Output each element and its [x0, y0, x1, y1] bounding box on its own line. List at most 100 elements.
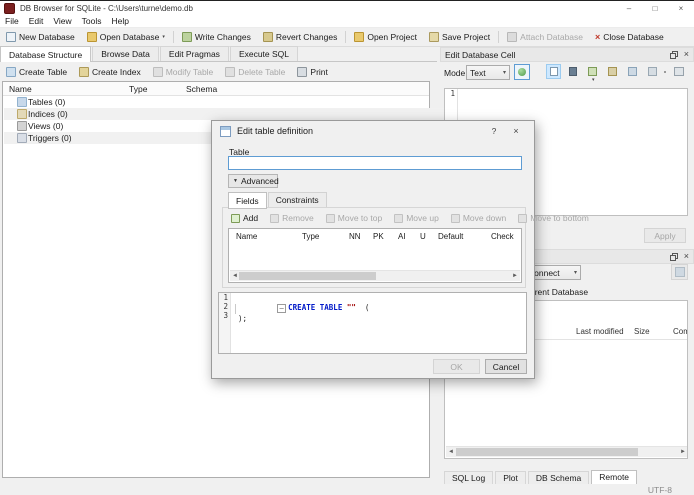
float-panel-icon[interactable]	[669, 50, 678, 59]
tab-sql-log[interactable]: SQL Log	[444, 470, 494, 485]
menu-edit[interactable]: Edit	[24, 15, 49, 27]
tree-item-indices[interactable]: Indices (0)	[4, 108, 452, 120]
menu-tools[interactable]: Tools	[77, 15, 107, 27]
tab-execute-sql[interactable]: Execute SQL	[229, 46, 299, 61]
fold-marker-icon[interactable]: –	[277, 303, 287, 313]
write-changes-button[interactable]: Write Changes	[176, 30, 257, 44]
close-database-icon: ×	[595, 32, 601, 42]
new-database-button[interactable]: New Database	[0, 30, 81, 44]
ok-button: OK	[433, 359, 480, 374]
scroll-right-icon[interactable]: ►	[680, 448, 686, 457]
move-down-icon	[450, 213, 460, 223]
binary-mode-icon[interactable]	[569, 67, 577, 76]
grid-col-type[interactable]: Type	[302, 232, 319, 241]
apply-cell-button[interactable]	[514, 64, 530, 80]
apply-button: Apply	[644, 228, 686, 243]
open-project-button[interactable]: Open Project	[348, 30, 423, 44]
close-database-button[interactable]: × Close Database	[589, 30, 670, 44]
scroll-left-icon[interactable]: ◄	[232, 272, 238, 281]
scroll-thumb[interactable]	[456, 448, 638, 456]
tab-plot[interactable]: Plot	[495, 470, 526, 485]
set-null-icon[interactable]	[628, 67, 637, 76]
menu-file[interactable]: File	[0, 15, 24, 27]
tab-remote[interactable]: Remote	[591, 469, 638, 485]
text-mode-toggle[interactable]	[546, 64, 561, 79]
advanced-toggle-button[interactable]: ▼ Advanced	[228, 174, 279, 188]
revert-changes-button[interactable]: Revert Changes	[257, 30, 343, 44]
edit-cell-title: Edit Database Cell	[445, 49, 516, 60]
create-index-button[interactable]: Create Index	[73, 65, 147, 79]
tree-col-schema[interactable]: Schema	[186, 84, 217, 94]
minimize-button[interactable]: –	[616, 1, 642, 15]
tree-item-tables[interactable]: Tables (0)	[4, 96, 452, 108]
write-changes-icon	[181, 32, 192, 42]
move-top-icon	[325, 213, 335, 223]
dialog-tab-bar: Fields Constraints	[228, 192, 328, 209]
remote-col-size[interactable]: Size	[634, 327, 650, 336]
close-panel-icon[interactable]: ×	[684, 252, 689, 261]
menu-help[interactable]: Help	[106, 15, 133, 27]
maximize-button[interactable]: □	[642, 1, 668, 15]
open-database-caret-icon[interactable]: ▾	[162, 34, 165, 40]
open-project-icon	[354, 32, 365, 42]
import-caret-icon[interactable]: ▾	[592, 77, 595, 83]
new-database-icon	[6, 32, 16, 42]
modify-table-button: Modify Table	[147, 65, 220, 79]
cancel-button[interactable]: Cancel	[485, 359, 527, 374]
scroll-left-icon[interactable]: ◄	[448, 448, 454, 457]
create-index-icon	[79, 66, 90, 77]
add-field-icon	[231, 213, 240, 223]
grid-col-default[interactable]: Default	[438, 232, 463, 241]
menu-view[interactable]: View	[48, 15, 76, 27]
move-top-button: Move to top	[325, 213, 382, 223]
window-close-button[interactable]: ×	[668, 1, 694, 15]
toolbar-separator	[172, 31, 174, 43]
export-data-icon[interactable]	[608, 67, 617, 76]
mode-combobox[interactable]: Text ▾	[466, 65, 510, 80]
triggers-icon	[17, 133, 27, 143]
dialog-close-button[interactable]: ×	[506, 126, 526, 136]
dialog-title-bar: Edit table definition ? ×	[212, 121, 534, 141]
float-panel-icon[interactable]	[669, 252, 678, 261]
print-cell-icon[interactable]	[674, 67, 684, 76]
grid-hscrollbar[interactable]: ◄ ►	[230, 270, 520, 281]
tables-icon	[17, 97, 27, 107]
attach-database-icon	[507, 32, 518, 42]
scroll-right-icon[interactable]: ►	[512, 272, 518, 281]
tab-db-schema[interactable]: DB Schema	[527, 470, 590, 485]
grid-col-check[interactable]: Check	[491, 232, 514, 241]
open-external-icon[interactable]	[648, 67, 657, 76]
tab-fields[interactable]: Fields	[228, 192, 267, 209]
open-database-button[interactable]: Open Database ▾	[81, 30, 171, 44]
tree-col-name[interactable]: Name	[9, 84, 32, 94]
table-name-input[interactable]	[228, 156, 522, 170]
grid-col-ai[interactable]: AI	[398, 232, 406, 241]
move-bottom-icon	[518, 213, 528, 223]
add-field-button[interactable]: Add	[231, 213, 258, 223]
import-data-icon[interactable]	[588, 67, 597, 76]
revert-changes-icon	[262, 32, 273, 42]
encoding-indicator[interactable]: UTF-8	[648, 485, 672, 495]
remote-hscrollbar[interactable]: ◄ ►	[446, 446, 687, 457]
print-button[interactable]: Print	[291, 65, 333, 79]
dialog-help-button[interactable]: ?	[482, 126, 506, 136]
save-project-button[interactable]: Save Project	[423, 30, 496, 44]
attach-database-button: Attach Database	[501, 30, 589, 44]
grid-col-nn[interactable]: NN	[349, 232, 361, 241]
remote-col-commit[interactable]: Commit	[673, 327, 687, 336]
grid-col-u[interactable]: U	[420, 232, 426, 241]
tree-header: Name Type Schema	[3, 82, 429, 96]
remote-col-modified[interactable]: Last modified	[576, 327, 624, 336]
grid-col-name[interactable]: Name	[236, 232, 257, 241]
scroll-thumb[interactable]	[239, 272, 376, 280]
fields-grid: Name Type NN PK AI U Default Check ◄ ►	[228, 228, 522, 283]
tab-database-structure[interactable]: Database Structure	[0, 46, 92, 62]
tree-col-type[interactable]: Type	[129, 84, 147, 94]
grid-col-pk[interactable]: PK	[373, 232, 384, 241]
tab-constraints[interactable]: Constraints	[267, 192, 327, 208]
create-table-button[interactable]: Create Table	[0, 65, 73, 79]
tab-edit-pragmas[interactable]: Edit Pragmas	[159, 46, 229, 61]
tab-browse-data[interactable]: Browse Data	[92, 46, 159, 61]
text-document-icon	[550, 67, 558, 76]
close-panel-icon[interactable]: ×	[684, 50, 689, 59]
